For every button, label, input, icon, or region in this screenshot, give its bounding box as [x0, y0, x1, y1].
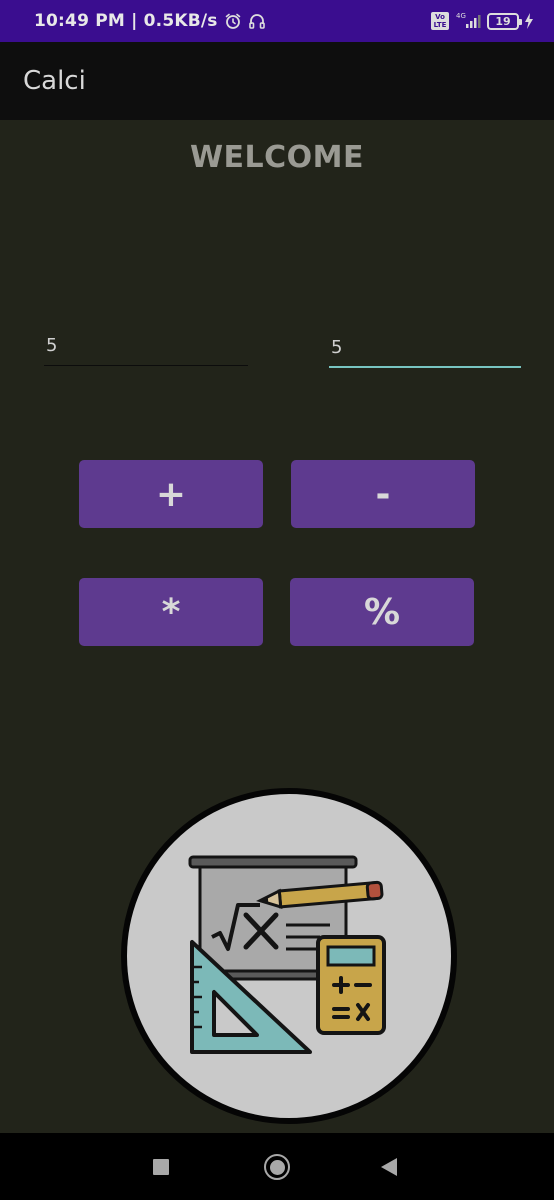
- status-time: 10:49 PM | 0.5KB/s: [34, 11, 218, 31]
- battery-icon: 19: [487, 12, 522, 30]
- app-title: Calci: [23, 66, 86, 96]
- network-type-label: 4G: [456, 12, 466, 20]
- volte-icon: Vo LTE: [431, 12, 449, 30]
- home-dot: [269, 1159, 285, 1175]
- lightning-icon: [524, 13, 534, 29]
- subtract-button[interactable]: -: [291, 460, 475, 528]
- battery-level: 19: [495, 14, 511, 28]
- multiply-button[interactable]: *: [79, 578, 263, 646]
- home-icon[interactable]: [264, 1154, 290, 1180]
- back-icon[interactable]: [381, 1158, 397, 1176]
- status-icons-left: [224, 12, 266, 30]
- modulo-button[interactable]: %: [290, 578, 474, 646]
- headphones-icon: [248, 12, 266, 30]
- welcome-heading: WELCOME: [189, 140, 365, 175]
- status-bar: 10:49 PM | 0.5KB/s Vo LTE 4G 19: [0, 0, 554, 42]
- add-button[interactable]: +: [79, 460, 263, 528]
- math-calculator-icon: [120, 787, 458, 1125]
- recent-apps-icon[interactable]: [153, 1159, 169, 1175]
- app-bar: Calci: [0, 42, 554, 120]
- alarm-clock-icon: [224, 12, 242, 30]
- second-number-input[interactable]: 5: [329, 328, 521, 368]
- status-icons-right: Vo LTE 4G 19: [431, 12, 534, 30]
- first-number-input[interactable]: 5: [44, 326, 248, 366]
- signal-icon: 4G: [454, 12, 482, 30]
